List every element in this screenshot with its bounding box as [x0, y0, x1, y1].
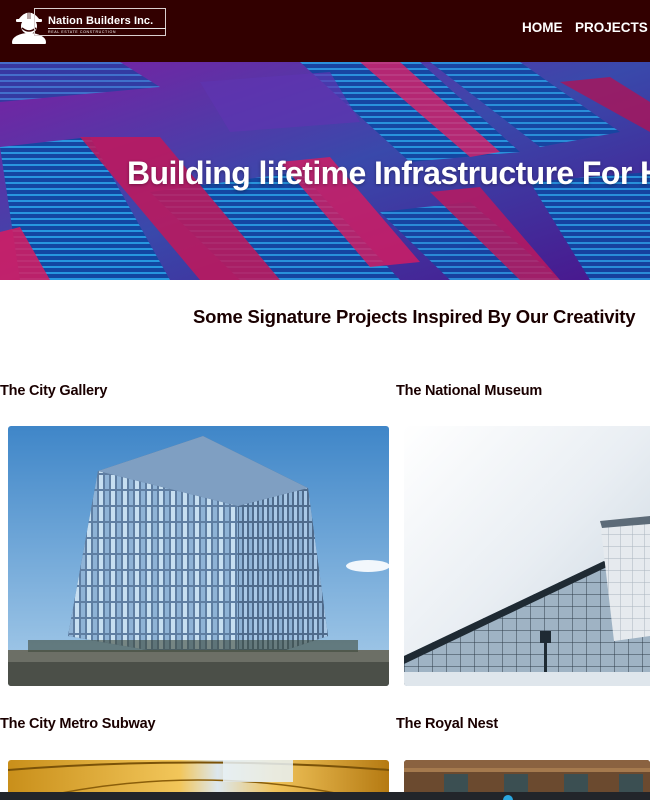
- project-title-city-gallery: The City Gallery: [0, 383, 108, 399]
- brand-logo[interactable]: Nation Builders Inc. REAL ESTATE CONSTRU…: [9, 6, 166, 44]
- nav-projects-link[interactable]: PROJECTS: [575, 20, 648, 35]
- project-title-royal-nest: The Royal Nest: [396, 716, 498, 732]
- projects-heading: Some Signature Projects Inspired By Our …: [193, 306, 636, 327]
- bottom-taskbar: [0, 792, 650, 800]
- project-image-national-museum[interactable]: [404, 426, 650, 686]
- glass-museum-building-photo: [404, 426, 650, 686]
- hero-banner: Building lifetime Infrastructure For Hur: [0, 62, 650, 280]
- hero-title: Building lifetime Infrastructure For Hur: [127, 155, 650, 191]
- brand-name: Nation Builders Inc.: [48, 15, 154, 27]
- project-title-city-metro-subway: The City Metro Subway: [0, 716, 156, 732]
- taskbar-indicator: [503, 795, 513, 800]
- glass-cube-building-photo: [8, 426, 389, 686]
- project-title-national-museum: The National Museum: [396, 383, 543, 399]
- logo-divider: [48, 28, 166, 29]
- nav-home-link[interactable]: HOME: [522, 20, 563, 35]
- project-image-city-gallery[interactable]: [8, 426, 389, 686]
- top-navbar: Nation Builders Inc. REAL ESTATE CONSTRU…: [0, 0, 650, 62]
- brand-tagline: REAL ESTATE CONSTRUCTION: [48, 30, 117, 34]
